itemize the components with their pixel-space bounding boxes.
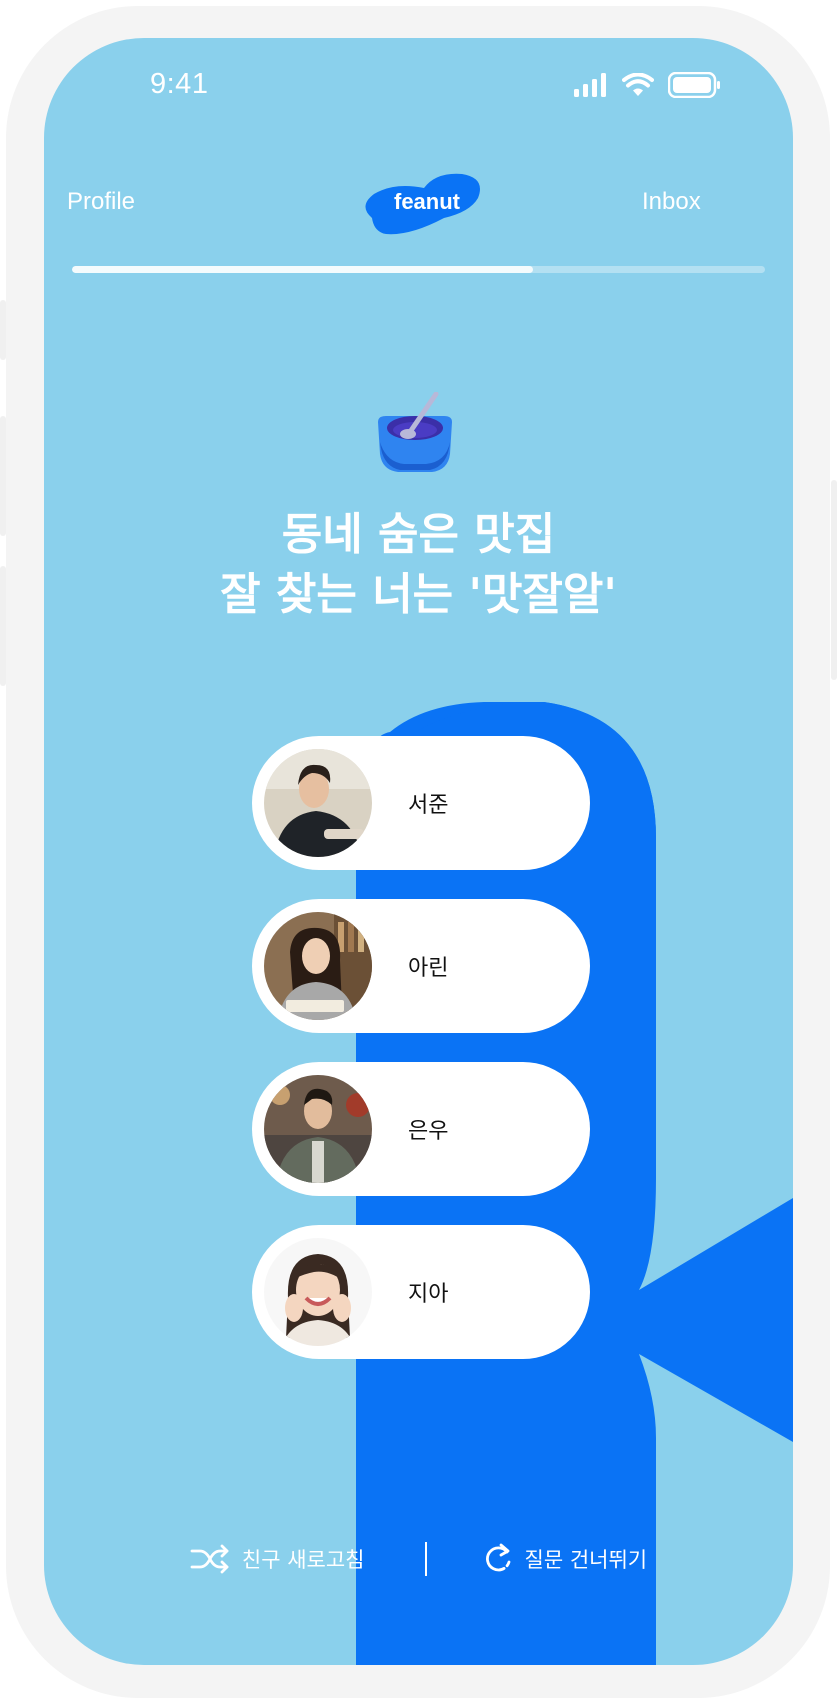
choice-button[interactable]: 은우 — [252, 1062, 590, 1196]
progress-fill — [72, 266, 533, 273]
status-icons — [574, 72, 722, 98]
logo-text: feanut — [394, 189, 461, 214]
choice-button[interactable]: 아린 — [252, 899, 590, 1033]
inbox-link[interactable]: Inbox — [642, 188, 701, 216]
avatar — [264, 912, 372, 1020]
choice-name: 은우 — [408, 1119, 449, 1144]
skip-question-label: 질문 건너뛰기 — [524, 1548, 648, 1572]
refresh-friends-button[interactable]: 친구 새로고침 — [190, 1544, 365, 1574]
avatar — [264, 1238, 372, 1346]
profile-link[interactable]: Profile — [67, 188, 135, 216]
avatar — [264, 749, 372, 857]
status-time: 9:41 — [150, 68, 209, 100]
choice-name: 서준 — [408, 793, 449, 818]
shuffle-icon — [190, 1544, 229, 1574]
bottom-actions: 친구 새로고침 질문 건너뛰기 — [44, 1536, 793, 1582]
choice-button[interactable]: 서준 — [252, 736, 590, 870]
volume-button — [0, 416, 6, 536]
signal-icon — [574, 73, 606, 97]
skip-question-button[interactable]: 질문 건너뛰기 — [483, 1543, 648, 1575]
wifi-icon — [622, 73, 654, 96]
refresh-icon — [485, 1543, 510, 1572]
divider — [424, 1542, 427, 1576]
app-screen: 9:41 Profile feanut Inbox 동네 숨은 맛집 잘 찾는 … — [44, 38, 793, 1665]
power-button — [831, 480, 837, 680]
choice-name: 아린 — [408, 956, 449, 981]
progress-bar — [72, 266, 765, 273]
volume-button — [0, 566, 6, 686]
volume-button — [0, 300, 6, 360]
battery-icon — [668, 72, 720, 98]
choice-button[interactable]: 지아 — [252, 1225, 590, 1359]
question-line-1: 동네 숨은 맛집 — [281, 509, 556, 560]
question-line-2: 잘 찾는 너는 '맛잘알' — [220, 569, 617, 620]
bowl-with-spoon-icon — [378, 392, 452, 472]
feanut-logo[interactable]: feanut — [354, 162, 494, 242]
avatar — [264, 1075, 372, 1183]
choice-name: 지아 — [408, 1282, 449, 1307]
refresh-friends-label: 친구 새로고침 — [241, 1548, 365, 1572]
